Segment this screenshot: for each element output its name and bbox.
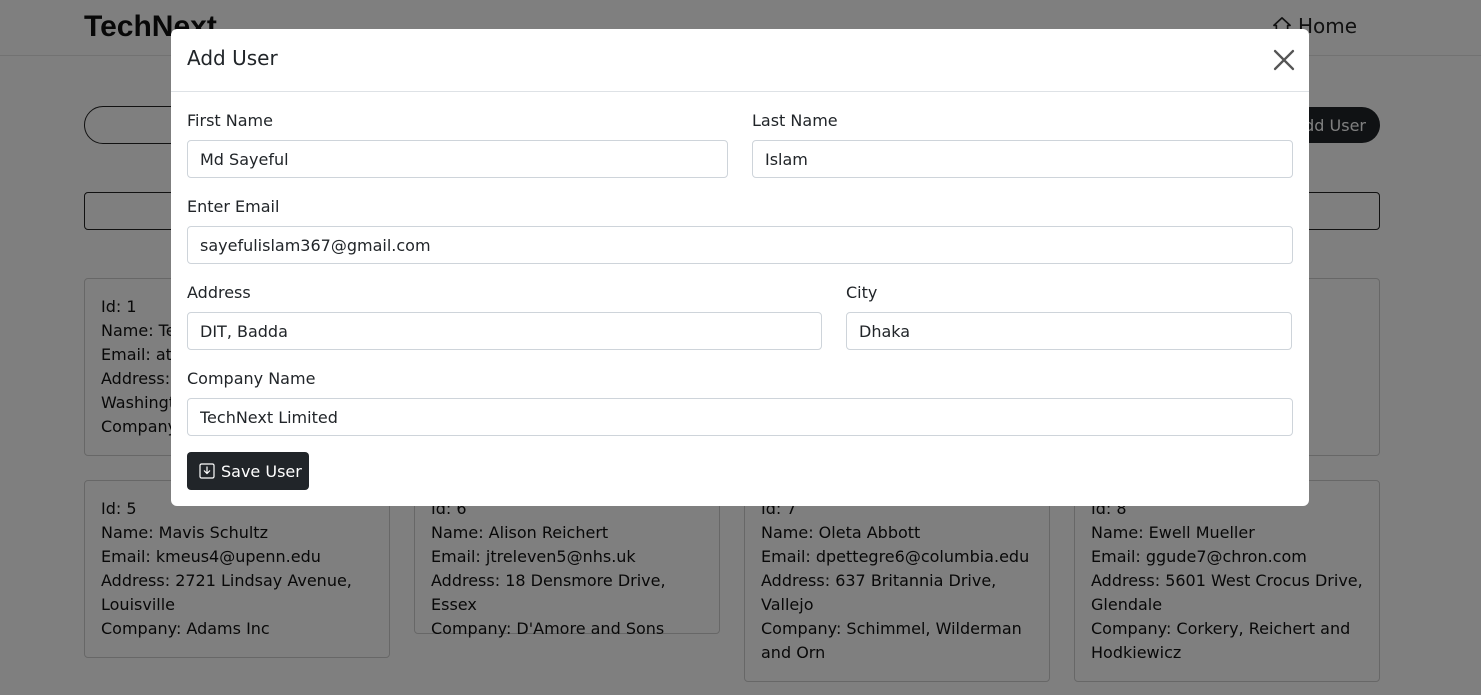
first-name-label: First Name <box>187 111 273 130</box>
last-name-label: Last Name <box>752 111 838 130</box>
email-label: Enter Email <box>187 197 280 216</box>
first-name-input[interactable] <box>187 140 728 178</box>
city-input[interactable] <box>846 312 1292 350</box>
company-label: Company Name <box>187 369 316 388</box>
save-user-label: Save User <box>221 461 302 481</box>
address-input[interactable] <box>187 312 822 350</box>
modal-title: Add User <box>187 46 278 70</box>
address-label: Address <box>187 283 251 302</box>
city-label: City <box>846 283 878 302</box>
download-icon <box>199 463 215 479</box>
save-user-button[interactable]: Save User <box>187 452 309 490</box>
company-input[interactable] <box>187 398 1293 436</box>
email-input[interactable] <box>187 226 1293 264</box>
close-icon[interactable] <box>1271 47 1297 73</box>
modal-header: Add User <box>171 29 1309 92</box>
last-name-input[interactable] <box>752 140 1293 178</box>
add-user-modal: Add User First Name Last Name Enter Emai… <box>171 29 1309 506</box>
